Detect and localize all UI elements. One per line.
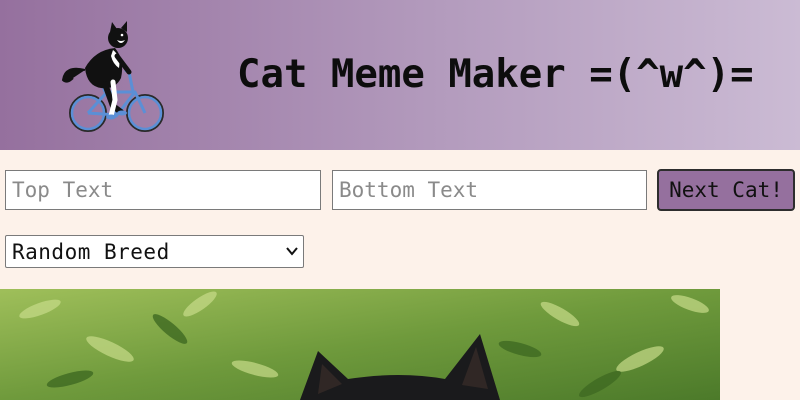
cat-photo-illustration xyxy=(0,289,720,400)
header-banner: Cat Meme Maker =(^w^)= xyxy=(0,0,800,150)
cat-meme-image xyxy=(0,289,720,400)
breed-select[interactable]: Random Breed xyxy=(5,235,304,268)
bottom-text-input[interactable] xyxy=(332,170,647,210)
next-cat-button[interactable]: Next Cat! xyxy=(657,169,795,211)
cat-on-bicycle-icon xyxy=(61,21,164,132)
page-title: Cat Meme Maker =(^w^)= xyxy=(237,52,754,97)
top-text-input[interactable] xyxy=(5,170,321,210)
